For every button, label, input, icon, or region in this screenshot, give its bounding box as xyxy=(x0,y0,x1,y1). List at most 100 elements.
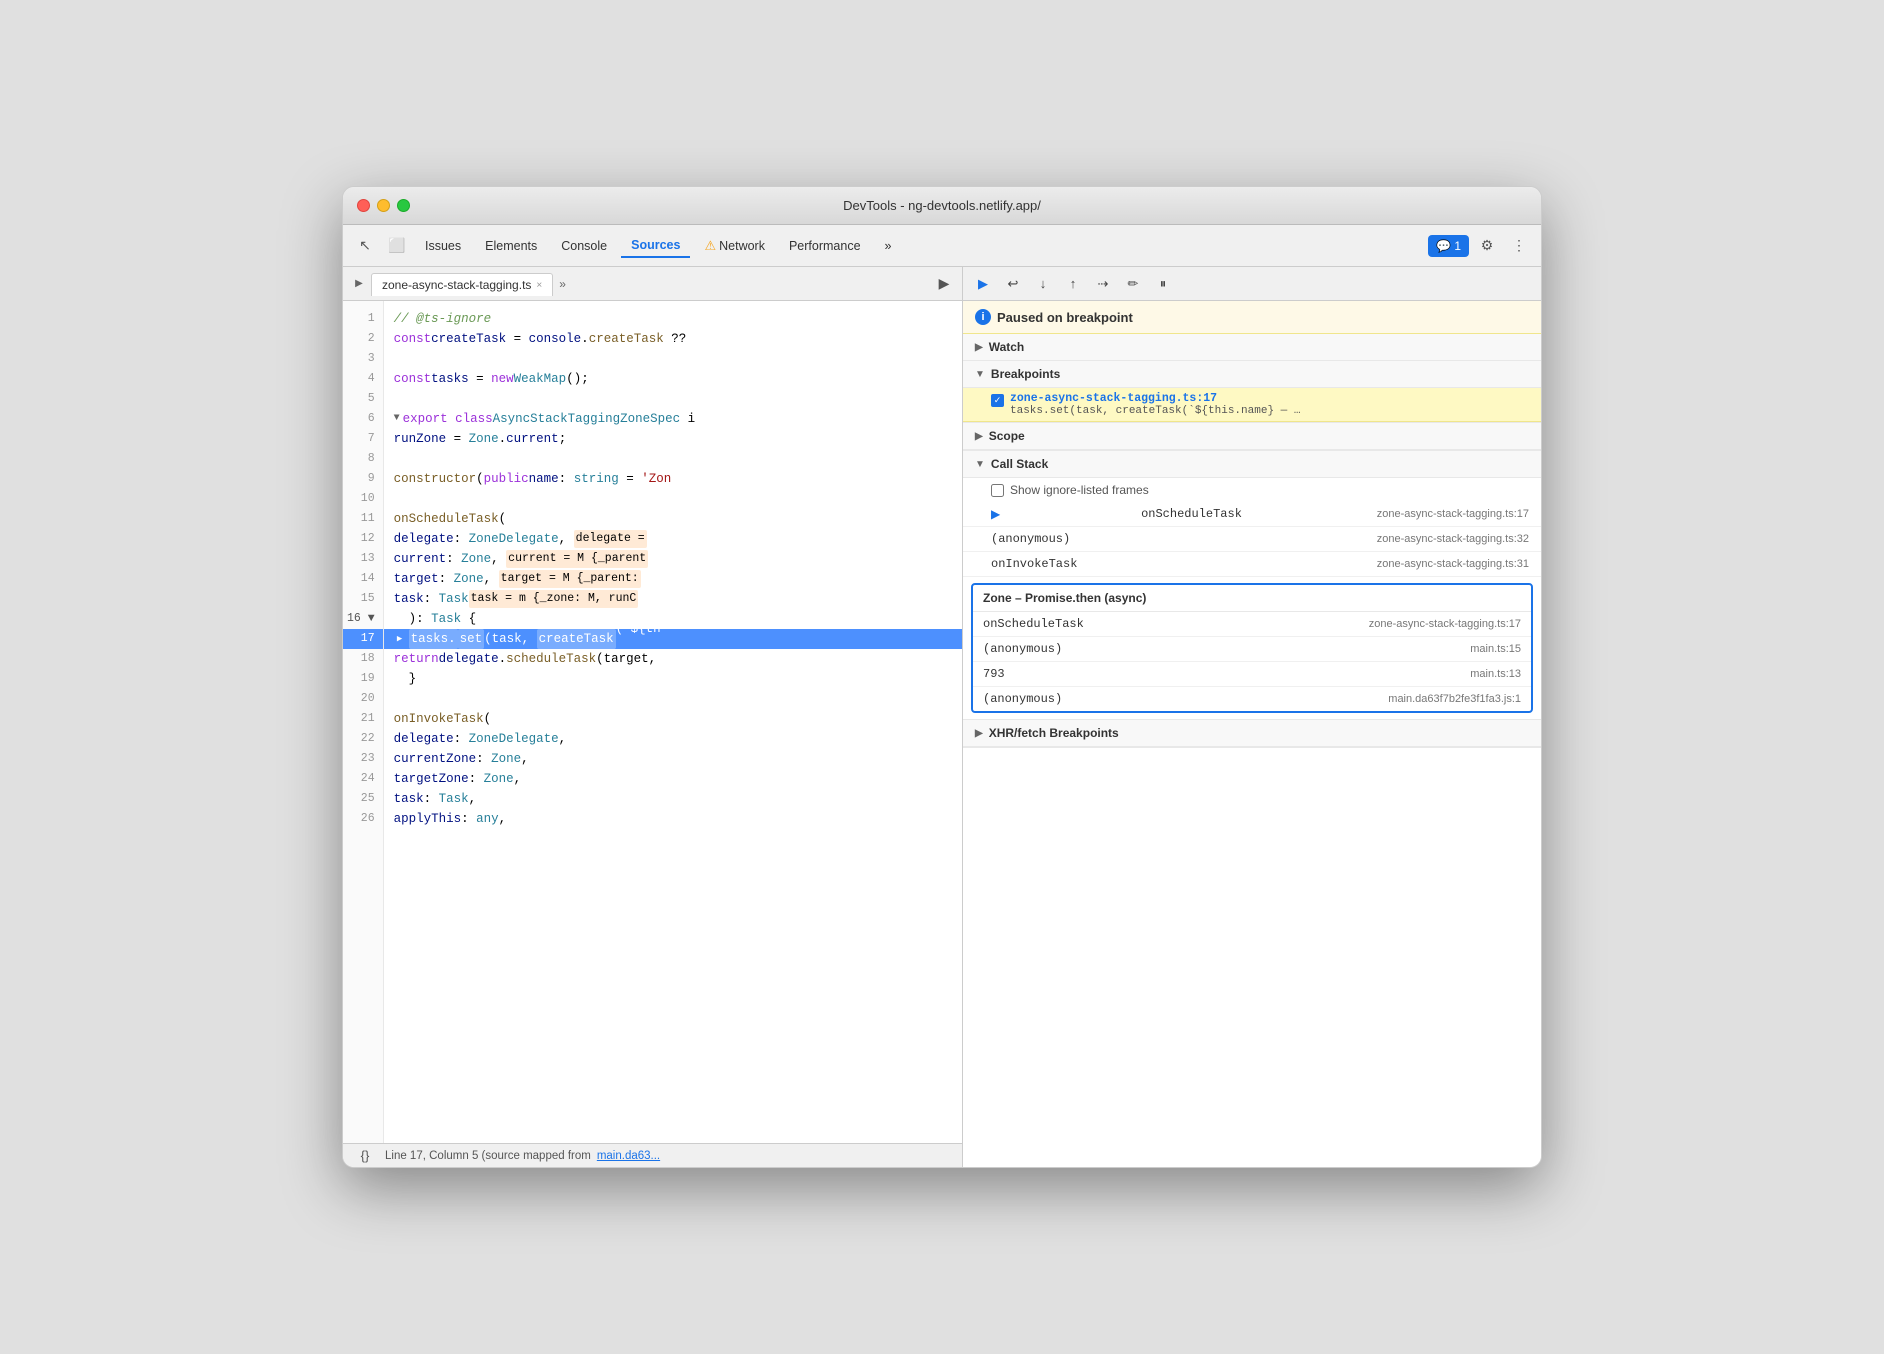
code-line-10 xyxy=(384,489,962,509)
line-numbers: 1 2 3 4 5 6 7 8 9 10 11 12 13 14 15 16 ▼ xyxy=(343,301,384,1143)
async-file-3: main.da63f7b2fe3f1fa3.js:1 xyxy=(1388,693,1521,705)
line-num-7: 7 xyxy=(343,429,383,449)
step-into-button[interactable]: ↓ xyxy=(1031,272,1055,296)
watch-label: Watch xyxy=(989,340,1025,354)
maximize-button[interactable] xyxy=(397,199,410,212)
async-fn-0: onScheduleTask xyxy=(983,617,1084,631)
breakpoints-arrow-icon: ▼ xyxy=(975,369,985,380)
tab-console[interactable]: Console xyxy=(551,235,617,257)
format-button[interactable]: {} xyxy=(351,1142,379,1169)
device-toggle-button[interactable]: ⬜ xyxy=(383,232,411,260)
line-num-4: 4 xyxy=(343,369,383,389)
code-line-22: delegate: ZoneDelegate, xyxy=(384,729,962,749)
code-line-17: ▶tasks.set(task, createTask(`${th xyxy=(384,629,962,649)
close-button[interactable] xyxy=(357,199,370,212)
scope-label: Scope xyxy=(989,429,1025,443)
devtools-window: DevTools - ng-devtools.netlify.app/ ↖ ⬜ … xyxy=(342,186,1542,1168)
callstack-file-1: zone-async-stack-tagging.ts:32 xyxy=(1377,533,1529,545)
xhr-section-header[interactable]: ▶ XHR/fetch Breakpoints xyxy=(963,720,1541,747)
tab-performance[interactable]: Performance xyxy=(779,235,871,257)
async-frame-item-0[interactable]: onScheduleTask zone-async-stack-tagging.… xyxy=(973,612,1531,637)
line-num-15: 15 xyxy=(343,589,383,609)
file-tab[interactable]: zone-async-stack-tagging.ts × xyxy=(371,273,553,296)
callstack-arrow-0: ▶ xyxy=(991,507,1000,521)
pause-on-exceptions-button[interactable]: ⏸ xyxy=(1151,272,1175,296)
async-frame-item-2[interactable]: 793 main.ts:13 xyxy=(973,662,1531,687)
line-num-3: 3 xyxy=(343,349,383,369)
callstack-section-header[interactable]: ▼ Call Stack xyxy=(963,451,1541,478)
window-title: DevTools - ng-devtools.netlify.app/ xyxy=(843,198,1041,213)
notification-button[interactable]: 💬 1 xyxy=(1428,235,1469,257)
callstack-item-0[interactable]: ▶ onScheduleTask zone-async-stack-taggin… xyxy=(963,502,1541,527)
line-num-24: 24 xyxy=(343,769,383,789)
async-frame-header: Zone – Promise.then (async) xyxy=(973,585,1531,612)
line-num-6: 6 xyxy=(343,409,383,429)
sidebar-toggle-button[interactable]: ▶ xyxy=(347,272,371,296)
source-map-link[interactable]: main.da63... xyxy=(597,1150,660,1162)
pointer-tool-button[interactable]: ↖ xyxy=(351,232,379,260)
line-num-13: 13 xyxy=(343,549,383,569)
tab-overflow[interactable]: » xyxy=(875,235,902,257)
breakpoint-item[interactable]: ✓ zone-async-stack-tagging.ts:17 tasks.s… xyxy=(963,388,1541,422)
code-line-15: task: Task task = m {_zone: M, runC xyxy=(384,589,962,609)
line-num-17: 17 xyxy=(343,629,383,649)
breakpoints-section: ▼ Breakpoints ✓ zone-async-stack-tagging… xyxy=(963,361,1541,423)
line-num-18: 18 xyxy=(343,649,383,669)
line-num-23: 23 xyxy=(343,749,383,769)
deactivate-breakpoints-button[interactable]: ✏ xyxy=(1121,272,1145,296)
step-over-button[interactable]: ↩ xyxy=(1001,272,1025,296)
breakpoint-checkbox[interactable]: ✓ xyxy=(991,394,1004,407)
line-num-14: 14 xyxy=(343,569,383,589)
line-num-5: 5 xyxy=(343,389,383,409)
xhr-label: XHR/fetch Breakpoints xyxy=(989,726,1119,740)
code-area: 1 2 3 4 5 6 7 8 9 10 11 12 13 14 15 16 ▼ xyxy=(343,301,962,1143)
network-warning: ⚠ Network xyxy=(704,238,765,254)
async-file-0: zone-async-stack-tagging.ts:17 xyxy=(1369,618,1521,630)
more-button[interactable]: ⋮ xyxy=(1505,232,1533,260)
code-line-1: // @ts-ignore xyxy=(384,309,962,329)
show-ignore-checkbox[interactable] xyxy=(991,484,1004,497)
debugger-content: i Paused on breakpoint ▶ Watch ▼ Breakpo… xyxy=(963,301,1541,1167)
file-tab-close[interactable]: × xyxy=(536,280,542,291)
tab-elements[interactable]: Elements xyxy=(475,235,547,257)
scope-section-header[interactable]: ▶ Scope xyxy=(963,423,1541,450)
tab-sources[interactable]: Sources xyxy=(621,234,690,258)
step-button[interactable]: ⇢ xyxy=(1091,272,1115,296)
tab-issues[interactable]: Issues xyxy=(415,235,471,257)
async-fn-2: 793 xyxy=(983,667,1005,681)
scope-arrow-icon: ▶ xyxy=(975,431,983,442)
callstack-fn-0: onScheduleTask xyxy=(1141,507,1242,521)
async-frame-item-3[interactable]: (anonymous) main.da63f7b2fe3f1fa3.js:1 xyxy=(973,687,1531,711)
tab-network[interactable]: ⚠ Network xyxy=(694,234,775,258)
callstack-item-2[interactable]: onInvokeTask zone-async-stack-tagging.ts… xyxy=(963,552,1541,577)
callstack-file-2: zone-async-stack-tagging.ts:31 xyxy=(1377,558,1529,570)
breakpoint-banner-text: Paused on breakpoint xyxy=(997,310,1133,325)
async-fn-3: (anonymous) xyxy=(983,692,1062,706)
line-num-12: 12 xyxy=(343,529,383,549)
breakpoint-banner: i Paused on breakpoint xyxy=(963,301,1541,334)
step-out-button[interactable]: ↑ xyxy=(1061,272,1085,296)
run-snippet-button[interactable]: ▶ xyxy=(930,270,958,298)
async-frame-item-1[interactable]: (anonymous) main.ts:15 xyxy=(973,637,1531,662)
breakpoints-section-header[interactable]: ▼ Breakpoints xyxy=(963,361,1541,388)
callstack-fn-2: onInvokeTask xyxy=(991,557,1077,571)
status-text: Line 17, Column 5 (source mapped from xyxy=(385,1150,591,1162)
status-bar: {} Line 17, Column 5 (source mapped from… xyxy=(343,1143,962,1167)
minimize-button[interactable] xyxy=(377,199,390,212)
settings-button[interactable]: ⚙ xyxy=(1473,232,1501,260)
xhr-section: ▶ XHR/fetch Breakpoints xyxy=(963,720,1541,748)
code-line-24: targetZone: Zone, xyxy=(384,769,962,789)
code-line-26: applyThis: any, xyxy=(384,809,962,829)
callstack-fn-1: (anonymous) xyxy=(991,532,1070,546)
watch-arrow-icon: ▶ xyxy=(975,342,983,353)
show-ignore-row: Show ignore-listed frames xyxy=(963,478,1541,502)
code-line-5 xyxy=(384,389,962,409)
file-tab-name: zone-async-stack-tagging.ts xyxy=(382,278,531,292)
callstack-item-1[interactable]: (anonymous) zone-async-stack-tagging.ts:… xyxy=(963,527,1541,552)
tab-overflow-button[interactable]: » xyxy=(553,273,572,295)
line-num-19: 19 xyxy=(343,669,383,689)
code-line-9: constructor(public name: string = 'Zon xyxy=(384,469,962,489)
resume-button[interactable]: ▶ xyxy=(971,272,995,296)
watch-section-header[interactable]: ▶ Watch xyxy=(963,334,1541,361)
debugger-panel: ▶ ↩ ↓ ↑ ⇢ ✏ ⏸ i Paused on breakpoint ▶ W… xyxy=(963,267,1541,1167)
